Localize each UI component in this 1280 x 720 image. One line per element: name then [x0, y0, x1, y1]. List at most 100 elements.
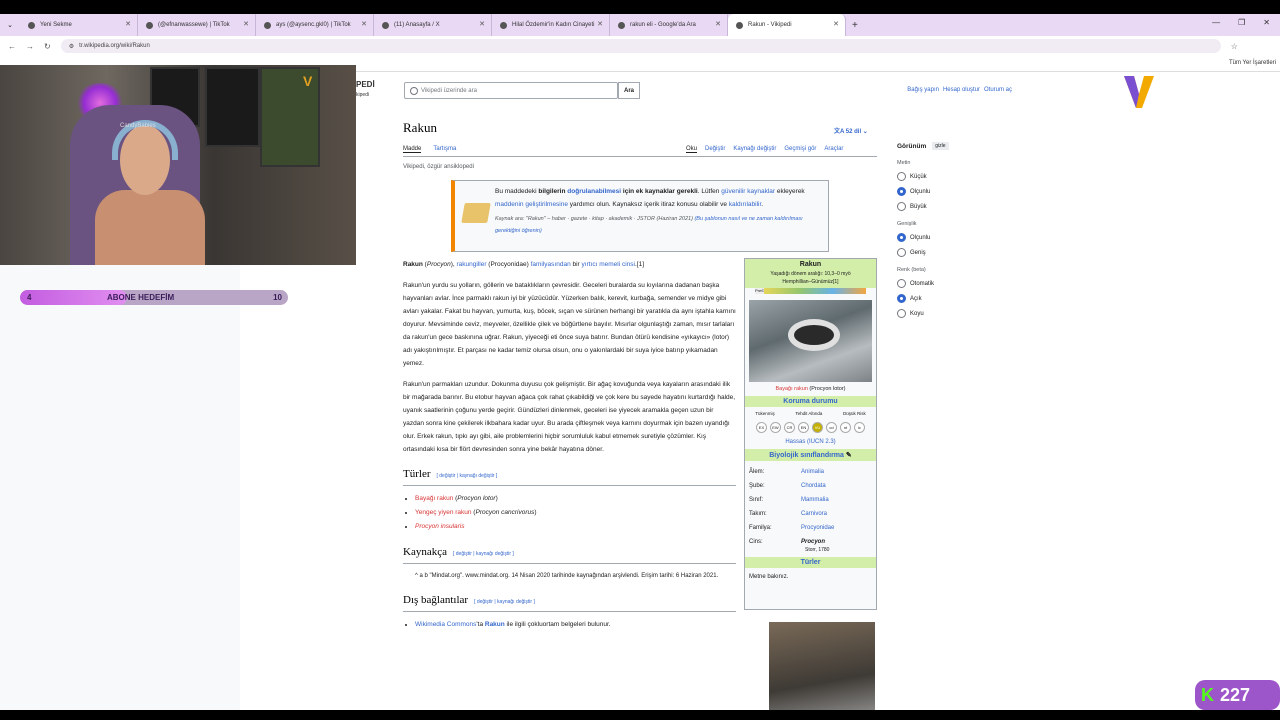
taxo-link[interactable]: Procyonidae [801, 521, 834, 535]
source-search-links[interactable]: Kaynak ara: "Rakun" – haber · gazete · k… [495, 216, 655, 222]
taxo-row: Familya: Procyonidae [749, 521, 872, 535]
taxo-rank: Âlem: [749, 469, 765, 475]
pencil-icon[interactable]: ✎ [846, 452, 852, 459]
radio-color-auto[interactable]: Otomatik [897, 279, 1017, 288]
kick-follower-badge: K 227 [1195, 680, 1280, 710]
external-links-list: Wikimedia Commons'ta Rakun ile ilgili ço… [415, 618, 736, 632]
wall-poster [205, 67, 260, 147]
tab-search-button[interactable]: ⌄ [0, 14, 20, 36]
procyonidae-link[interactable]: rakungiller [457, 261, 487, 268]
back-icon[interactable]: ← [8, 42, 16, 51]
tab-edit[interactable]: Değiştir [705, 146, 725, 153]
text: . Lütfen [697, 188, 722, 195]
tab-new[interactable]: Yeni Sekme ✕ [20, 14, 138, 36]
url-field[interactable]: ⚙ tr.wikipedia.org/wiki/Rakun [60, 39, 1221, 53]
book-icon [461, 203, 491, 223]
goal-current: 4 [27, 293, 32, 302]
carnivore-link[interactable]: yırtıcı memeli cinsi [582, 261, 635, 268]
tab-article[interactable]: Madde [403, 146, 422, 153]
species-link[interactable]: Bayağı rakun [415, 495, 453, 502]
classification-header[interactable]: Biyolojik sınıflandırma ✎ [745, 449, 876, 461]
tab-talk[interactable]: Tartışma [433, 146, 456, 153]
tab-tiktok-1[interactable]: (@efnanwassewe) | TikTok ✕ [138, 14, 256, 36]
taxo-link[interactable]: Mammalia [801, 493, 829, 507]
tab-news[interactable]: Hilal Özdemir'in Kadın Cinayeti ✕ [492, 14, 610, 36]
tab-x[interactable]: (11) Anasayfa / X ✕ [374, 14, 492, 36]
radio-color-dark[interactable]: Koyu [897, 309, 1017, 318]
text: Tehdit Altında [795, 411, 823, 416]
raccoon-image[interactable] [749, 300, 872, 382]
raccoon-thumbnail[interactable] [769, 622, 875, 720]
taxo-link[interactable]: Chordata [801, 479, 826, 493]
taxo-rank: Şube: [749, 483, 765, 489]
commons-category-link[interactable]: Rakun [485, 621, 505, 628]
close-window-icon[interactable]: ✕ [1263, 18, 1270, 27]
species-header[interactable]: Türler [745, 557, 876, 568]
radio-text-large[interactable]: Büyük [897, 202, 1017, 211]
close-icon[interactable]: ✕ [479, 20, 485, 28]
radio-text-standard[interactable]: Olçunlu [897, 187, 1017, 196]
reliable-sources-link[interactable]: güvenilir kaynaklar [721, 188, 775, 195]
search-button[interactable]: Ara [618, 82, 640, 99]
section-edit-links[interactable]: [ değiştir | kaynağı değiştir ] [436, 473, 497, 479]
taxo-link[interactable]: Carnivora [801, 507, 827, 521]
close-icon[interactable]: ✕ [833, 20, 839, 28]
login-link[interactable]: Oturum aç [984, 87, 1012, 93]
all-bookmarks-button[interactable]: Tüm Yer İşaretleri [1229, 60, 1276, 66]
maximize-icon[interactable]: ❐ [1238, 18, 1245, 27]
donate-link[interactable]: Bağış yapın [907, 87, 939, 93]
close-icon[interactable]: ✕ [243, 20, 249, 28]
close-icon[interactable]: ✕ [125, 20, 131, 28]
radio-icon [897, 172, 906, 181]
notice-text: Bu maddedeki bilgilerin doğrulanabilmesi… [495, 185, 822, 211]
improve-link[interactable]: maddenin geliştirilmesine [495, 201, 568, 208]
heading-text: Dış bağlantılar [403, 594, 469, 606]
hide-button[interactable]: gizle [932, 142, 949, 150]
caption-link[interactable]: Bayağı rakun [775, 386, 807, 392]
close-icon[interactable]: ✕ [597, 20, 603, 28]
family-link[interactable]: familyasından [531, 261, 571, 268]
iucn-status-link[interactable]: Hassas (IUCN 2.3) [745, 439, 876, 445]
radio-width-wide[interactable]: Geniş [897, 248, 1017, 257]
tab-edit-source[interactable]: Kaynağı değiştir [733, 146, 776, 153]
new-tab-button[interactable]: + [852, 20, 858, 31]
species-link[interactable]: Yengeç yiyen rakun [415, 509, 472, 516]
footnote-ref[interactable]: .[1] [635, 261, 644, 268]
minimize-icon[interactable]: — [1212, 18, 1220, 27]
create-account-link[interactable]: Hesap oluştur [943, 87, 980, 93]
radio-width-standard[interactable]: Olçunlu [897, 233, 1017, 242]
reload-icon[interactable]: ↻ [44, 42, 51, 51]
tab-history[interactable]: Geçmişi gör [784, 146, 816, 153]
status-en: EN [798, 422, 809, 433]
paragraph: Rakun'un yurdu su yolların, göllerin ve … [403, 282, 736, 367]
section-edit-links[interactable]: [ değiştir | kaynağı değiştir ] [474, 599, 535, 605]
conservation-scale: EX EW CR EN VU cd nt lc [745, 422, 876, 433]
wikipedia-wordmark[interactable]: PEDİ [356, 80, 375, 89]
search-input[interactable]: Vikipedi üzerinde ara [404, 82, 618, 99]
tab-tiktok-2[interactable]: ays (@aysenc.gkl0) | TikTok ✕ [256, 14, 374, 36]
forward-icon[interactable]: → [26, 42, 34, 51]
tab-tools[interactable]: Araçlar [824, 146, 843, 153]
section-edit-links[interactable]: [ değiştir | kaynağı değiştir ] [453, 551, 514, 557]
section-heading-species: Türler [ değiştir | kaynağı değiştir ] [403, 468, 736, 486]
close-icon[interactable]: ✕ [715, 20, 721, 28]
language-button[interactable]: 文A 52 dil ⌄ [834, 126, 868, 135]
tab-strip: ⌄ Yeni Sekme ✕ (@efnanwassewe) | TikTok ✕ … [0, 0, 1280, 36]
radio-text-small[interactable]: Küçük [897, 172, 1017, 181]
tab-google[interactable]: rakun eli - Google'da Ara ✕ [610, 14, 728, 36]
taxo-link[interactable]: Animalia [801, 465, 824, 479]
news-icon [500, 21, 507, 29]
removal-link[interactable]: kaldırılabilir [729, 201, 762, 208]
bookmark-star-icon[interactable]: ☆ [1231, 42, 1238, 51]
fossil-range: Yaşadığı dönem aralığı: 10,3–0 myö Hemphi… [745, 270, 876, 288]
radio-color-light[interactable]: Açık [897, 294, 1017, 303]
conservation-header[interactable]: Koruma durumu [745, 396, 876, 407]
verifiability-link[interactable]: doğrulanabilmesi [567, 188, 621, 195]
commons-link[interactable]: Wikimedia Commons [415, 621, 476, 628]
tab-wikipedia[interactable]: Rakun - Vikipedi ✕ [728, 14, 846, 36]
taxo-rank: Takım: [749, 511, 767, 517]
site-info-icon[interactable]: ⚙ [69, 43, 74, 50]
species-link[interactable]: Procyon insularis [415, 523, 465, 530]
tab-read[interactable]: Oku [686, 146, 698, 153]
close-icon[interactable]: ✕ [361, 20, 367, 28]
